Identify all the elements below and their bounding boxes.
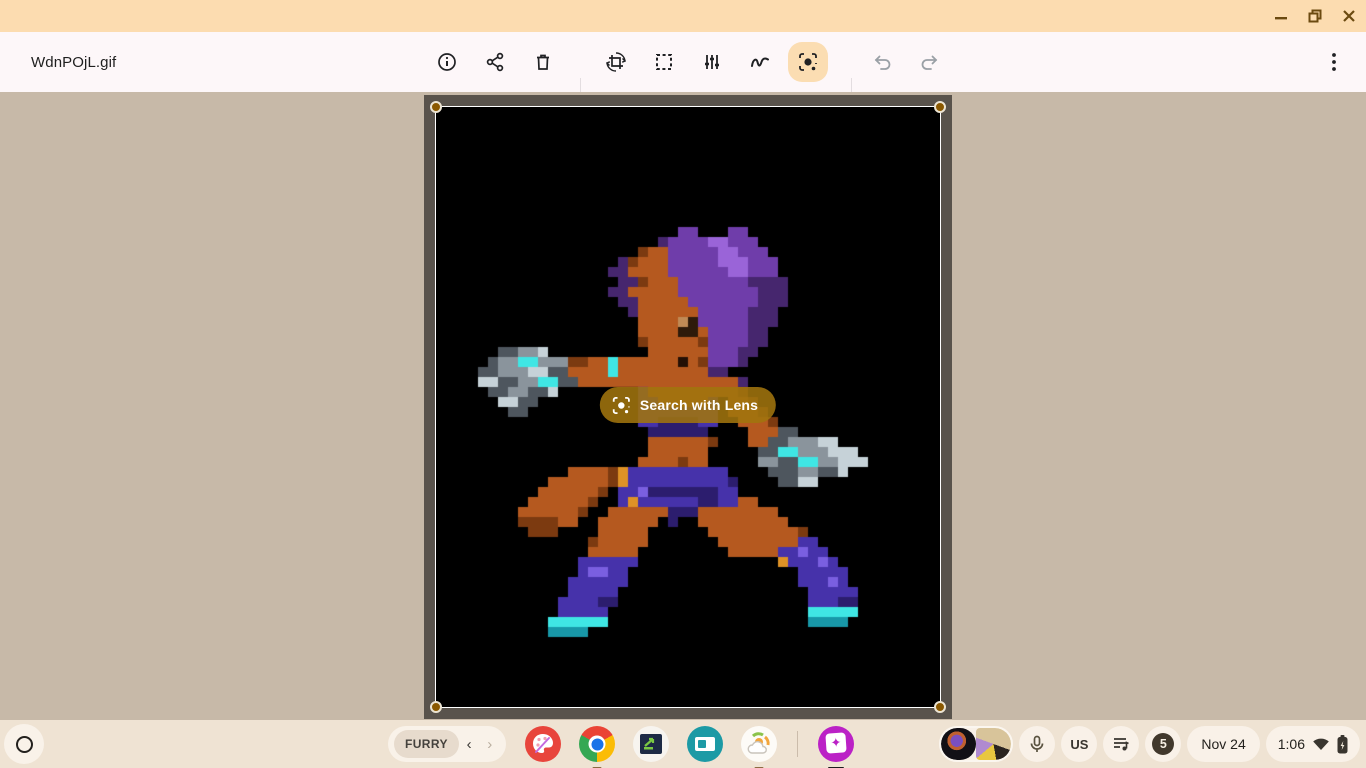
more-menu-button[interactable] xyxy=(1314,42,1354,82)
gallery-icon: ✦ xyxy=(825,732,846,753)
date-label: Nov 24 xyxy=(1201,736,1245,752)
close-button[interactable] xyxy=(1332,0,1366,32)
search-with-lens-button[interactable]: Search with Lens xyxy=(600,387,776,423)
playlist-music-icon xyxy=(1112,735,1130,753)
screencast-icon xyxy=(695,737,715,751)
crop-rotate-button[interactable] xyxy=(596,42,636,82)
weather-icon xyxy=(741,726,777,762)
keyboard-layout-button[interactable]: US xyxy=(1061,726,1097,762)
app-screencast[interactable] xyxy=(687,726,723,762)
battery-charging-icon xyxy=(1337,735,1348,754)
app-oneclick[interactable] xyxy=(633,726,669,762)
selection-handle-bottom-left[interactable] xyxy=(430,701,442,713)
holding-space-thumbnail[interactable] xyxy=(941,728,976,760)
selection-handle-top-right[interactable] xyxy=(934,101,946,113)
paint-palette-icon xyxy=(525,726,561,762)
shelf-apps: ✦ xyxy=(525,726,854,762)
notification-counter-button[interactable]: 5 xyxy=(1145,726,1181,762)
calendar-button[interactable]: Nov 24 xyxy=(1187,726,1259,762)
keyboard-layout-label: US xyxy=(1070,737,1088,752)
time-label: 1:06 xyxy=(1278,736,1305,752)
desk-next-arrow[interactable]: › xyxy=(479,736,500,753)
notification-count-badge: 5 xyxy=(1152,733,1174,755)
lens-icon xyxy=(612,396,631,415)
launcher-icon xyxy=(16,736,33,753)
oneclick-icon xyxy=(640,734,662,754)
media-controls-button[interactable] xyxy=(1103,726,1139,762)
desk-name-chip[interactable]: FURRY xyxy=(394,730,459,758)
restore-button[interactable] xyxy=(1298,0,1332,32)
gallery-toolbar: WdnPOjL.gif xyxy=(0,32,1366,92)
app-gallery[interactable]: ✦ xyxy=(818,726,854,762)
app-canvas-paint[interactable] xyxy=(525,726,561,762)
selection-handle-bottom-right[interactable] xyxy=(934,701,946,713)
wifi-icon xyxy=(1312,737,1330,751)
selection-handle-top-left[interactable] xyxy=(430,101,442,113)
canvas-area: Search with Lens xyxy=(0,92,1366,768)
annotate-button[interactable] xyxy=(740,42,780,82)
gif-image-frame: Search with Lens xyxy=(424,95,952,719)
shelf: FURRY ‹ › xyxy=(0,720,1366,768)
delete-button[interactable] xyxy=(523,42,563,82)
shelf-apps-divider xyxy=(797,731,798,757)
share-button[interactable] xyxy=(475,42,515,82)
holding-space-tray[interactable] xyxy=(939,726,1013,762)
microphone-icon xyxy=(1028,735,1046,753)
select-area-button[interactable] xyxy=(644,42,684,82)
holding-space-thumbnail[interactable] xyxy=(976,728,1011,760)
desk-prev-arrow[interactable]: ‹ xyxy=(459,736,480,753)
adjust-button[interactable] xyxy=(692,42,732,82)
desk-button[interactable]: FURRY ‹ › xyxy=(388,726,506,762)
app-chrome[interactable] xyxy=(579,726,615,762)
minimize-button[interactable] xyxy=(1264,0,1298,32)
window-titlebar xyxy=(0,0,1366,32)
app-weather[interactable] xyxy=(741,726,777,762)
dictation-button[interactable] xyxy=(1019,726,1055,762)
lens-button[interactable] xyxy=(788,42,828,82)
status-tray: US 5 Nov 24 1:06 xyxy=(939,726,1360,762)
quick-settings-button[interactable]: 1:06 xyxy=(1266,726,1360,762)
chrome-icon xyxy=(589,736,606,753)
info-button[interactable] xyxy=(427,42,467,82)
launcher-button[interactable] xyxy=(4,724,44,764)
search-with-lens-label: Search with Lens xyxy=(640,397,758,413)
undo-button xyxy=(862,42,902,82)
window-controls xyxy=(1264,0,1366,32)
redo-button xyxy=(910,42,950,82)
